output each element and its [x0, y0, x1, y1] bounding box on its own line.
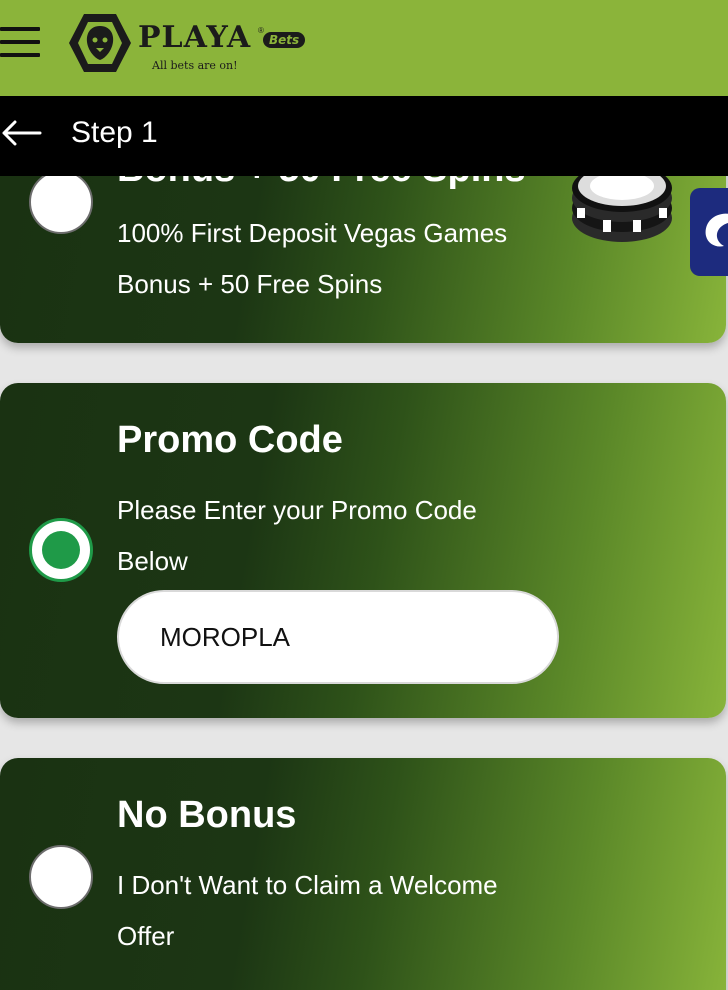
bonus-option-card[interactable]: Bonus + 50 Free Spins 100% First Deposit… [0, 150, 726, 343]
radio-selected-dot [42, 531, 80, 569]
brand-tagline: All bets are on! [152, 59, 238, 72]
no-bonus-option-card[interactable]: No Bonus I Don't Want to Claim a Welcome… [0, 758, 726, 990]
promo-code-option-card[interactable]: Promo Code Please Enter your Promo Code … [0, 383, 726, 718]
bonus-option-radio[interactable] [29, 170, 93, 234]
no-bonus-radio[interactable] [29, 845, 93, 909]
step-title: Step 1 [71, 116, 158, 149]
brand-name: PLAYA [138, 20, 252, 55]
menu-icon[interactable] [0, 27, 42, 57]
bonus-option-description: 100% First Deposit Vegas Games Bonus + 5… [117, 218, 508, 299]
promo-code-title: Promo Code [117, 419, 343, 461]
site-header: PLAYA ® Bets All bets are on! [0, 0, 728, 96]
lion-icon [69, 14, 131, 72]
step-bar: Step 1 [0, 96, 728, 176]
chat-icon [705, 213, 728, 247]
no-bonus-title: No Bonus [117, 794, 297, 836]
brand-logo[interactable]: PLAYA ® Bets All bets are on! [68, 10, 318, 76]
arrow-left-icon[interactable] [2, 120, 42, 146]
promo-code-input[interactable] [117, 590, 559, 684]
promo-code-description: Please Enter your Promo Code Below [117, 495, 477, 576]
side-widget-tab[interactable] [690, 188, 728, 276]
brand-badge: Bets [263, 32, 306, 48]
no-bonus-description: I Don't Want to Claim a Welcome Offer [117, 870, 498, 951]
promo-code-radio[interactable] [29, 518, 93, 582]
brand-registered-mark: ® [258, 26, 264, 35]
